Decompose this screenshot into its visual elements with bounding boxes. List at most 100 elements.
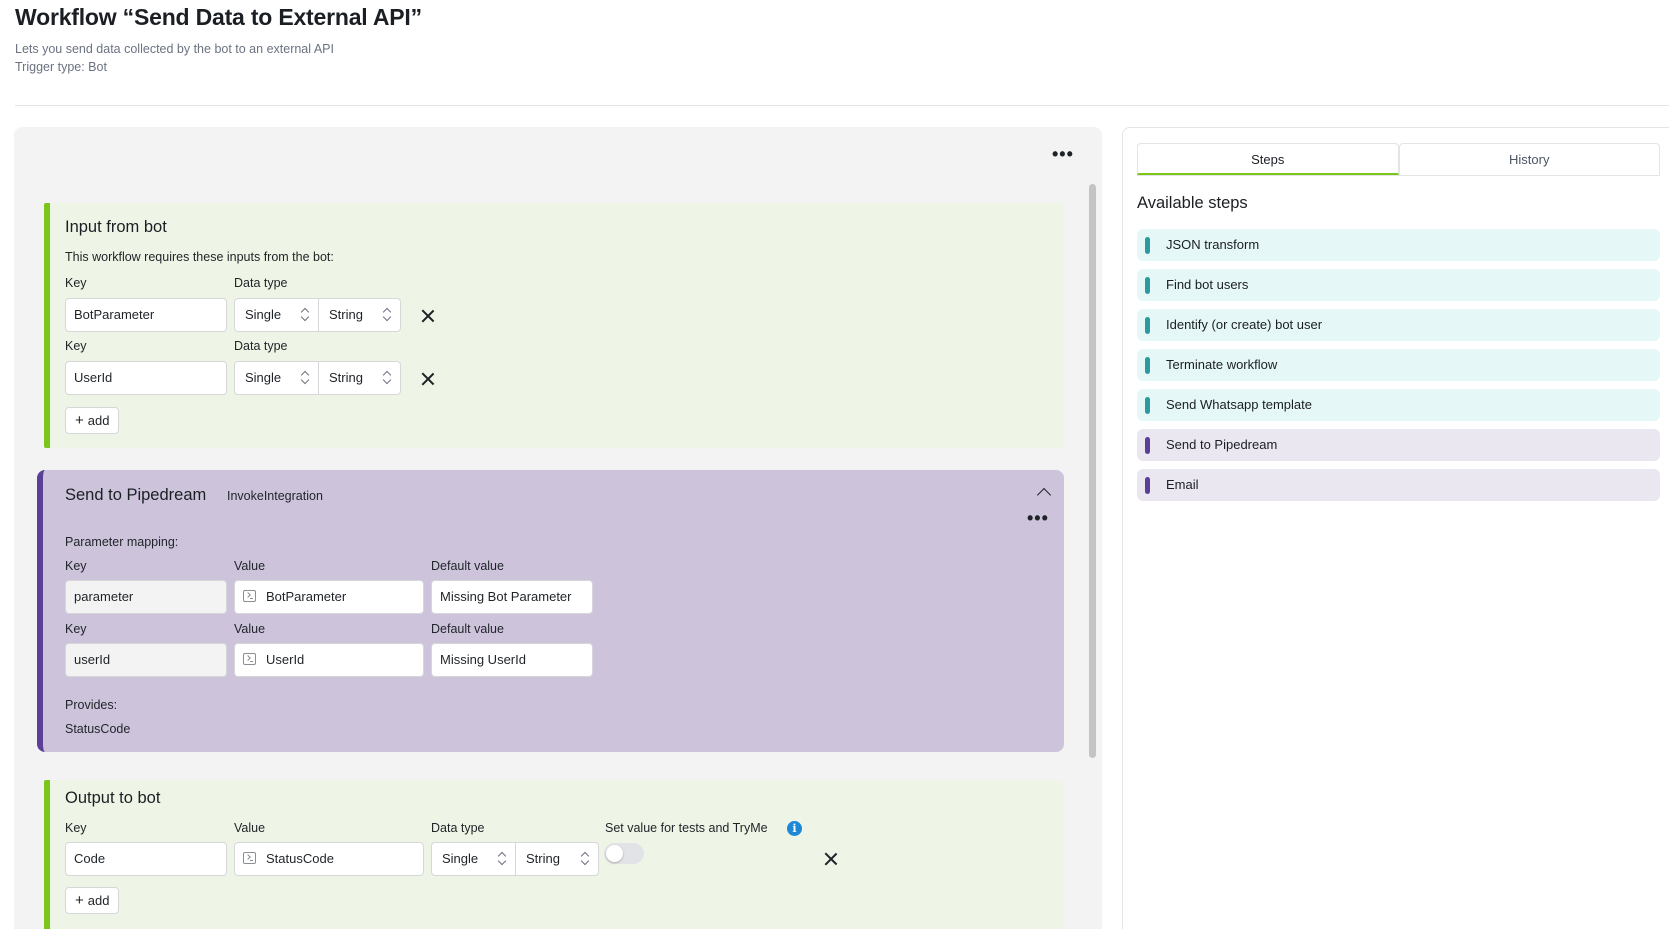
- mapping-value-field[interactable]: BotParameter: [234, 580, 424, 614]
- select-arrows-icon: [301, 370, 309, 386]
- header-divider: [15, 105, 1669, 106]
- select-arrows-icon: [383, 370, 391, 386]
- mapping-value-text: UserId: [266, 652, 305, 667]
- mapping-value-label: Value: [234, 559, 266, 573]
- remove-input-icon[interactable]: [421, 372, 435, 386]
- mapping-default-label: Default value: [431, 559, 504, 573]
- step-color-bar: [1145, 237, 1150, 254]
- provides-label: Provides:: [65, 698, 118, 712]
- input-key-label: Key: [65, 339, 87, 353]
- plus-icon: +: [75, 412, 84, 429]
- select-arrows-icon: [301, 307, 309, 323]
- output-key-label: Key: [65, 821, 87, 835]
- step-item[interactable]: Email: [1137, 469, 1660, 501]
- type-value: String: [526, 851, 560, 866]
- mapping-value-field[interactable]: UserId: [234, 643, 424, 677]
- step-label: Identify (or create) bot user: [1166, 317, 1323, 332]
- mapping-value-label: Value: [234, 622, 266, 636]
- input-card-description: This workflow requires these inputs from…: [65, 250, 334, 264]
- input-key-field[interactable]: BotParameter: [65, 298, 227, 332]
- remove-input-icon[interactable]: [421, 309, 435, 323]
- step-label: Find bot users: [1166, 277, 1249, 292]
- step-item[interactable]: Identify (or create) bot user: [1137, 309, 1660, 341]
- output-datatype-label: Data type: [431, 821, 485, 835]
- canvas-more-icon[interactable]: •••: [1052, 144, 1074, 165]
- step-label: Send Whatsapp template: [1166, 397, 1312, 412]
- output-type-select[interactable]: String: [516, 842, 599, 876]
- remove-output-icon[interactable]: [824, 852, 838, 866]
- output-cardinality-select[interactable]: Single: [431, 842, 516, 876]
- pipedream-more-icon[interactable]: •••: [1027, 508, 1049, 529]
- plus-icon: +: [75, 892, 84, 909]
- input-key-label: Key: [65, 276, 87, 290]
- input-cardinality-select[interactable]: Single: [234, 361, 319, 395]
- input-type-select[interactable]: String: [319, 361, 401, 395]
- select-arrows-icon: [581, 851, 589, 867]
- step-color-bar: [1145, 397, 1150, 414]
- cardinality-value: Single: [442, 851, 479, 866]
- add-output-button[interactable]: + add: [65, 887, 120, 914]
- add-label: add: [87, 413, 110, 428]
- step-item[interactable]: Find bot users: [1137, 269, 1660, 301]
- type-value: String: [329, 307, 363, 322]
- mapping-key-label: Key: [65, 559, 87, 573]
- mapping-default-field[interactable]: Missing UserId: [431, 643, 593, 677]
- output-key-field[interactable]: Code: [65, 842, 227, 876]
- test-value-label: Set value for tests and TryMe: [605, 821, 768, 835]
- mapping-key-field[interactable]: parameter: [65, 580, 227, 614]
- provides-value: StatusCode: [65, 722, 131, 736]
- output-value-field[interactable]: StatusCode: [234, 842, 424, 876]
- cardinality-value: Single: [245, 370, 282, 385]
- input-type-select[interactable]: String: [319, 298, 401, 332]
- canvas-scrollbar[interactable]: [1089, 184, 1096, 758]
- cardinality-value: Single: [245, 307, 282, 322]
- tab-history[interactable]: History: [1398, 143, 1660, 175]
- select-arrows-icon: [383, 307, 391, 323]
- input-datatype-label: Data type: [234, 339, 288, 353]
- trigger-type: Trigger type: Bot: [15, 60, 107, 74]
- tab-steps[interactable]: Steps: [1137, 143, 1399, 175]
- input-card-title: Input from bot: [65, 218, 167, 236]
- step-item[interactable]: Send Whatsapp template: [1137, 389, 1660, 421]
- variable-icon: [243, 653, 256, 665]
- side-panel-tabs: Steps History: [1137, 143, 1660, 176]
- step-color-bar: [1145, 357, 1150, 374]
- mapping-key-label: Key: [65, 622, 87, 636]
- mapping-key-field[interactable]: userId: [65, 643, 227, 677]
- variable-icon: [243, 590, 256, 602]
- test-value-toggle[interactable]: [604, 843, 644, 864]
- step-label: Email: [1166, 477, 1199, 492]
- workflow-description: Lets you send data collected by the bot …: [15, 42, 334, 56]
- step-label: Terminate workflow: [1166, 357, 1278, 372]
- page-header: Workflow “Send Data to External API” Let…: [15, 4, 422, 76]
- step-color-bar: [1145, 317, 1150, 334]
- parameter-mapping-label: Parameter mapping:: [65, 535, 179, 549]
- step-color-bar: [1145, 477, 1150, 494]
- add-label: add: [87, 893, 110, 908]
- step-color-bar: [1145, 437, 1150, 454]
- mapping-default-label: Default value: [431, 622, 504, 636]
- input-datatype-label: Data type: [234, 276, 288, 290]
- output-value-label: Value: [234, 821, 266, 835]
- add-input-button[interactable]: + add: [65, 407, 120, 434]
- step-label: JSON transform: [1166, 237, 1260, 252]
- output-card-title: Output to bot: [65, 789, 161, 807]
- available-steps-list: JSON transform Find bot users Identify (or…: [1137, 229, 1660, 509]
- mapping-default-field[interactable]: Missing Bot Parameter: [431, 580, 593, 614]
- page-title: Workflow “Send Data to External API”: [15, 4, 422, 30]
- step-color-bar: [1145, 277, 1150, 294]
- step-item[interactable]: Terminate workflow: [1137, 349, 1660, 381]
- step-item[interactable]: JSON transform: [1137, 229, 1660, 261]
- select-arrows-icon: [498, 851, 506, 867]
- info-icon[interactable]: i: [787, 821, 802, 836]
- pipedream-card-title: Send to Pipedream: [65, 486, 207, 504]
- output-value-text: StatusCode: [266, 851, 334, 866]
- input-cardinality-select[interactable]: Single: [234, 298, 319, 332]
- type-value: String: [329, 370, 363, 385]
- step-label: Send to Pipedream: [1166, 437, 1278, 452]
- mapping-value-text: BotParameter: [266, 589, 347, 604]
- available-steps-title: Available steps: [1137, 194, 1248, 212]
- input-key-field[interactable]: UserId: [65, 361, 227, 395]
- variable-icon: [243, 852, 256, 864]
- step-item[interactable]: Send to Pipedream: [1137, 429, 1660, 461]
